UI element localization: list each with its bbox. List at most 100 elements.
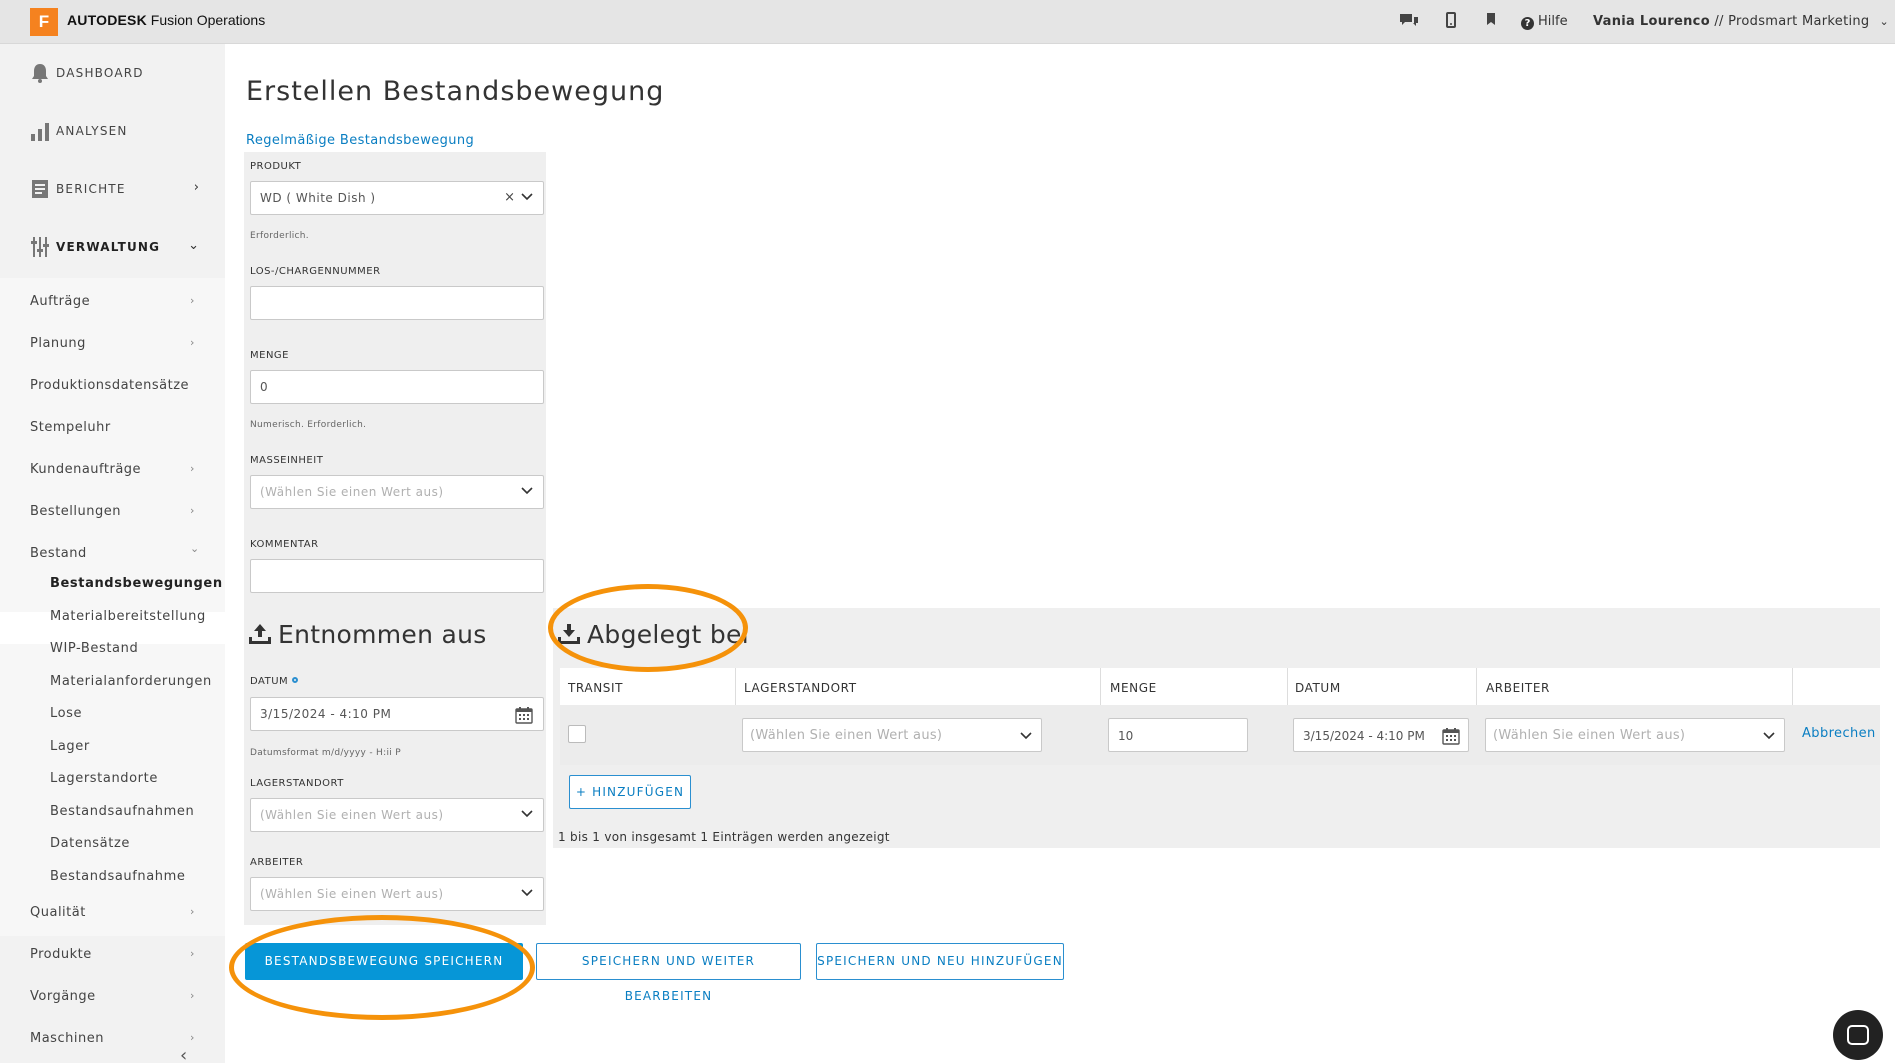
chevron-down-icon [1020, 732, 1032, 740]
bar-chart-icon [30, 120, 50, 142]
sidebar-item-bestandsbewegungen[interactable]: Bestandsbewegungen [50, 576, 223, 591]
chat-launcher-button[interactable] [1833, 1010, 1883, 1060]
chevron-right-icon: › [190, 947, 195, 960]
document-icon [30, 178, 50, 200]
unit-label: MASSEINHEIT [250, 455, 324, 466]
user-name: Vania Lourenco [1593, 14, 1710, 29]
help-link[interactable]: ? Hilfe [1521, 14, 1568, 30]
chevron-right-icon: › [190, 336, 195, 349]
entries-count: 1 bis 1 von insgesamt 1 Einträgen werden… [558, 830, 890, 844]
sidebar-item-berichte[interactable]: BERICHTE › [0, 160, 225, 218]
dest-location-placeholder: (Wählen Sie einen Wert aus) [750, 728, 943, 743]
chevron-down-icon [521, 810, 533, 818]
sidebar-item-bestand[interactable]: Bestand [30, 546, 87, 561]
chevron-right-icon: › [190, 1031, 195, 1044]
mobile-icon[interactable] [1446, 12, 1456, 32]
app-logo[interactable]: F [30, 8, 58, 36]
product-select[interactable]: WD ( White Dish ) × [250, 181, 544, 215]
chevron-down-icon [521, 193, 533, 201]
sidebar-item-lager[interactable]: Lager [50, 739, 90, 754]
dest-worker-select[interactable]: (Wählen Sie einen Wert aus) [1485, 718, 1785, 752]
user-org: // Prodsmart Marketing [1709, 14, 1870, 29]
sidebar-item-analysen[interactable]: ANALYSEN [0, 102, 225, 160]
dest-location-select[interactable]: (Wählen Sie einen Wert aus) [742, 718, 1042, 752]
sidebar-item-verwaltung[interactable]: VERWALTUNG ⌄ [0, 218, 225, 276]
sidebar-item-lose[interactable]: Lose [50, 706, 82, 721]
clear-icon[interactable]: × [504, 190, 515, 205]
collapse-sidebar-icon[interactable]: ‹ [180, 1045, 187, 1063]
sidebar-item-materialbereitstellung[interactable]: Materialbereitstellung [50, 609, 206, 624]
source-title-text: Entnommen aus [278, 620, 487, 649]
sidebar-item-stempeluhr[interactable]: Stempeluhr [30, 420, 111, 435]
chat-icon[interactable] [1398, 12, 1420, 34]
col-transit: TRANSIT [568, 681, 624, 695]
source-location-select[interactable]: (Wählen Sie einen Wert aus) [250, 798, 544, 832]
sidebar-label: DASHBOARD [56, 66, 144, 80]
calendar-icon[interactable] [1442, 727, 1460, 745]
source-date-input[interactable]: 3/15/2024 - 4:10 PM [250, 697, 544, 731]
column-divider [1100, 668, 1101, 705]
sidebar-item-kundenauftraege[interactable]: Kundenaufträge [30, 462, 141, 477]
user-menu[interactable]: Vania Lourenco // Prodsmart Marketing ⌄ [1593, 14, 1889, 29]
sidebar-item-produktionsdatensaetze[interactable]: Produktionsdatensätze [30, 378, 189, 393]
sidebar-item-dashboard[interactable]: DASHBOARD [0, 44, 225, 102]
brand-bold: AUTODESK [67, 12, 147, 28]
sidebar-label: VERWALTUNG [56, 240, 161, 254]
chevron-down-icon: ⌄ [1879, 15, 1890, 28]
qty-input[interactable]: 0 [250, 370, 544, 404]
sidebar-item-qualitaet[interactable]: Qualität [30, 905, 86, 920]
brand-product: Fusion Operations [150, 12, 266, 28]
column-divider [1287, 668, 1288, 705]
destination-title-text: Abgelegt bei [587, 620, 749, 649]
transit-checkbox[interactable] [568, 725, 586, 743]
lot-input[interactable] [250, 286, 544, 320]
cancel-row-link[interactable]: Abbrechen [1802, 726, 1876, 741]
dest-worker-placeholder: (Wählen Sie einen Wert aus) [1493, 728, 1686, 743]
brand-name: AUTODESK Fusion Operations [67, 12, 265, 28]
dest-date-input[interactable]: 3/15/2024 - 4:10 PM [1293, 718, 1469, 752]
chevron-down-icon [521, 487, 533, 495]
save-continue-button[interactable]: SPEICHERN UND WEITER BEARBEITEN [536, 943, 801, 1003]
sidebar-item-bestellungen[interactable]: Bestellungen [30, 504, 121, 519]
product-hint: Erforderlich. [250, 231, 309, 241]
source-worker-label: ARBEITER [250, 857, 304, 868]
col-location: LAGERSTANDORT [744, 681, 857, 695]
product-value: WD ( White Dish ) [260, 191, 376, 205]
sidebar-item-wip-bestand[interactable]: WIP-Bestand [50, 641, 138, 656]
column-divider [1792, 668, 1793, 705]
chevron-down-icon [1763, 732, 1775, 740]
sidebar-item-maschinen[interactable]: Maschinen [30, 1031, 104, 1046]
save-new-button[interactable]: SPEICHERN UND NEU HINZUFÜGEN [816, 943, 1064, 980]
bookmark-icon[interactable] [1486, 12, 1496, 30]
qty-hint: Numerisch. Erforderlich. [250, 420, 367, 430]
calendar-icon[interactable] [515, 706, 533, 724]
sidebar-item-planung[interactable]: Planung [30, 336, 86, 351]
sidebar-item-vorgaenge[interactable]: Vorgänge [30, 989, 96, 1004]
sidebar-label: BERICHTE [56, 182, 126, 196]
source-worker-select[interactable]: (Wählen Sie einen Wert aus) [250, 877, 544, 911]
page-title: Erstellen Bestandsbewegung [246, 76, 665, 107]
source-location-placeholder: (Wählen Sie einen Wert aus) [260, 808, 444, 822]
regular-movement-link[interactable]: Regelmäßige Bestandsbewegung [246, 133, 474, 148]
comment-input[interactable] [250, 559, 544, 593]
sidebar-item-materialanforderungen[interactable]: Materialanforderungen [50, 674, 212, 689]
qty-value: 0 [260, 380, 269, 394]
sidebar-item-bestandsaufnahmen[interactable]: Bestandsaufnahmen [50, 804, 194, 819]
save-button[interactable]: BESTANDSBEWEGUNG SPEICHERN [245, 943, 523, 980]
sidebar-item-auftraege[interactable]: Aufträge [30, 294, 90, 309]
sidebar-item-produkte[interactable]: Produkte [30, 947, 92, 962]
sidebar-item-bestandsaufnahme[interactable]: Bestandsaufnahme [50, 869, 186, 884]
unit-select[interactable]: (Wählen Sie einen Wert aus) [250, 475, 544, 509]
dest-qty-value: 10 [1118, 729, 1134, 743]
chevron-right-icon: › [190, 504, 195, 517]
source-date-value: 3/15/2024 - 4:10 PM [260, 707, 392, 721]
dest-date-value: 3/15/2024 - 4:10 PM [1303, 729, 1425, 743]
dest-qty-input[interactable]: 10 [1108, 718, 1248, 752]
source-section-title: Entnommen aus [248, 620, 487, 649]
info-dot-icon [292, 677, 299, 683]
sidebar-item-datensaetze[interactable]: Datensätze [50, 836, 130, 851]
download-icon [558, 624, 580, 644]
add-row-button[interactable]: + HINZUFÜGEN [569, 775, 691, 809]
sliders-icon [30, 236, 50, 258]
sidebar-item-lagerstandorte[interactable]: Lagerstandorte [50, 771, 158, 786]
